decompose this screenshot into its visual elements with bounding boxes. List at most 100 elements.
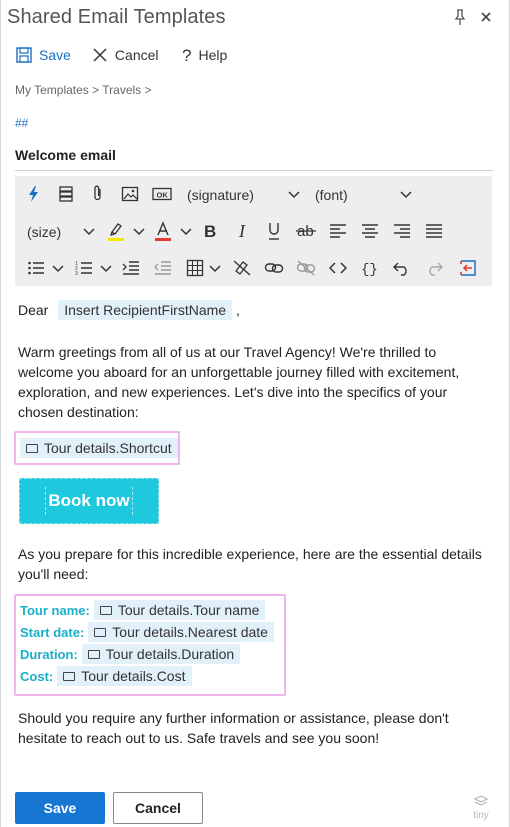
numbered-list-icon[interactable]: 123 <box>71 255 97 281</box>
image-icon[interactable] <box>117 181 143 207</box>
close-icon[interactable] <box>477 8 495 26</box>
database-icon[interactable] <box>53 181 79 207</box>
paperclip-icon[interactable] <box>85 181 111 207</box>
cancel-command[interactable]: Cancel <box>91 46 159 64</box>
insert-icon[interactable] <box>455 255 481 281</box>
svg-text:?: ? <box>182 46 191 64</box>
align-center-icon[interactable] <box>357 218 383 244</box>
book-now-button[interactable]: Book now <box>19 478 159 524</box>
redo-icon[interactable] <box>421 255 447 281</box>
detail-label: Duration: <box>20 647 78 662</box>
closing-paragraph: Should you require any further informati… <box>18 710 449 746</box>
command-bar: Save Cancel ? Help <box>15 43 247 67</box>
font-color-icon[interactable] <box>150 218 176 244</box>
svg-text:OK: OK <box>157 191 169 200</box>
svg-text:I: I <box>238 222 246 240</box>
cancel-command-label: Cancel <box>114 47 159 63</box>
field-icon <box>87 650 100 659</box>
shortcut-macro-chip[interactable]: Tour details.Shortcut <box>20 438 178 458</box>
detail-macro-label: Tour details.Duration <box>105 646 235 662</box>
pin-icon[interactable] <box>451 8 469 26</box>
chevron-down-icon[interactable] <box>132 227 146 237</box>
save-command-label: Save <box>39 47 71 63</box>
window-title: Shared Email Templates <box>7 6 226 28</box>
lightning-icon[interactable] <box>21 181 47 207</box>
detail-row: Tour name: Tour details.Tour name <box>20 600 266 620</box>
detail-macro-chip[interactable]: Tour details.Cost <box>57 666 192 686</box>
chevron-down-icon[interactable] <box>399 190 413 200</box>
strikethrough-icon[interactable]: ab <box>293 218 319 244</box>
justify-icon[interactable] <box>421 218 447 244</box>
save-command[interactable]: Save <box>15 46 71 64</box>
code-icon[interactable] <box>325 255 351 281</box>
title-bar: Shared Email Templates <box>7 6 503 30</box>
chevron-down-icon[interactable] <box>287 190 301 200</box>
detail-macro-chip[interactable]: Tour details.Nearest date <box>88 622 274 642</box>
detail-macro-label: Tour details.Tour name <box>117 602 260 618</box>
breadcrumb[interactable]: My Templates > Travels > <box>15 83 152 97</box>
svg-text:B: B <box>204 222 216 240</box>
detail-macro-label: Tour details.Nearest date <box>112 624 268 640</box>
italic-icon[interactable]: I <box>229 218 255 244</box>
signature-select[interactable]: (signature) <box>187 187 254 203</box>
field-icon <box>99 606 112 615</box>
greeting-text: Dear <box>18 302 49 318</box>
greeting-comma: , <box>235 302 240 318</box>
align-right-icon[interactable] <box>389 218 415 244</box>
link-icon[interactable] <box>261 255 287 281</box>
font-select[interactable]: (font) <box>315 187 348 203</box>
template-name[interactable]: Welcome email <box>15 147 116 163</box>
recipient-macro-chip[interactable]: Insert RecipientFirstName <box>58 300 233 320</box>
detail-macro-label: Tour details.Cost <box>81 668 186 684</box>
chevron-down-icon[interactable] <box>208 264 222 274</box>
shortcut-macro-label: Tour details.Shortcut <box>44 440 172 456</box>
detail-label: Cost: <box>20 669 54 684</box>
template-name-divider <box>15 170 493 171</box>
intro-paragraph: Warm greetings from all of us at our Tra… <box>18 344 460 420</box>
chevron-down-icon[interactable] <box>82 227 96 237</box>
detail-macro-chip[interactable]: Tour details.Tour name <box>93 600 266 620</box>
bullet-list-icon[interactable] <box>23 255 49 281</box>
hashtags-link[interactable]: ## <box>15 116 28 130</box>
shortcut-highlight-box: Tour details.Shortcut <box>14 431 180 465</box>
tiny-logo-label: tiny <box>473 810 489 821</box>
cancel-button[interactable]: Cancel <box>113 792 203 824</box>
editor-toolbar: OK (signature) (font) (size) B I ab 123 <box>15 176 492 286</box>
field-icon <box>63 672 76 681</box>
detail-label: Tour name: <box>20 603 90 618</box>
help-icon: ? <box>182 46 191 64</box>
highlight-icon[interactable] <box>103 218 129 244</box>
book-now-label: Book now <box>45 487 133 515</box>
save-icon <box>16 47 32 63</box>
help-command[interactable]: ? Help <box>179 46 228 64</box>
greeting-line: Dear Insert RecipientFirstName , <box>18 300 240 320</box>
align-left-icon[interactable] <box>325 218 351 244</box>
detail-row: Cost: Tour details.Cost <box>20 666 192 686</box>
braces-icon[interactable]: {} <box>357 255 383 281</box>
undo-icon[interactable] <box>389 255 415 281</box>
chevron-down-icon[interactable] <box>179 227 193 237</box>
indent-icon[interactable] <box>118 255 144 281</box>
size-select[interactable]: (size) <box>27 224 61 240</box>
details-highlight-box: Tour name: Tour details.Tour name Start d… <box>14 594 286 696</box>
save-button[interactable]: Save <box>15 792 105 824</box>
unlink-icon[interactable] <box>293 255 319 281</box>
ok-icon[interactable]: OK <box>149 181 175 207</box>
cancel-icon <box>93 48 107 62</box>
detail-row: Duration: Tour details.Duration <box>20 644 241 664</box>
bold-icon[interactable]: B <box>197 218 223 244</box>
tiny-logo-icon <box>473 795 489 806</box>
detail-macro-chip[interactable]: Tour details.Duration <box>81 644 241 664</box>
help-command-label: Help <box>198 47 228 63</box>
detail-row: Start date: Tour details.Nearest date <box>20 622 274 642</box>
clear-format-icon[interactable] <box>229 255 255 281</box>
field-icon <box>26 444 38 453</box>
svg-text:{}: {} <box>361 262 378 276</box>
table-icon[interactable] <box>182 255 208 281</box>
chevron-down-icon[interactable] <box>51 264 65 274</box>
detail-label: Start date: <box>20 625 85 640</box>
outdent-icon[interactable] <box>150 255 176 281</box>
underline-icon[interactable] <box>261 218 287 244</box>
tiny-logo: tiny <box>471 795 491 821</box>
chevron-down-icon[interactable] <box>99 264 113 274</box>
